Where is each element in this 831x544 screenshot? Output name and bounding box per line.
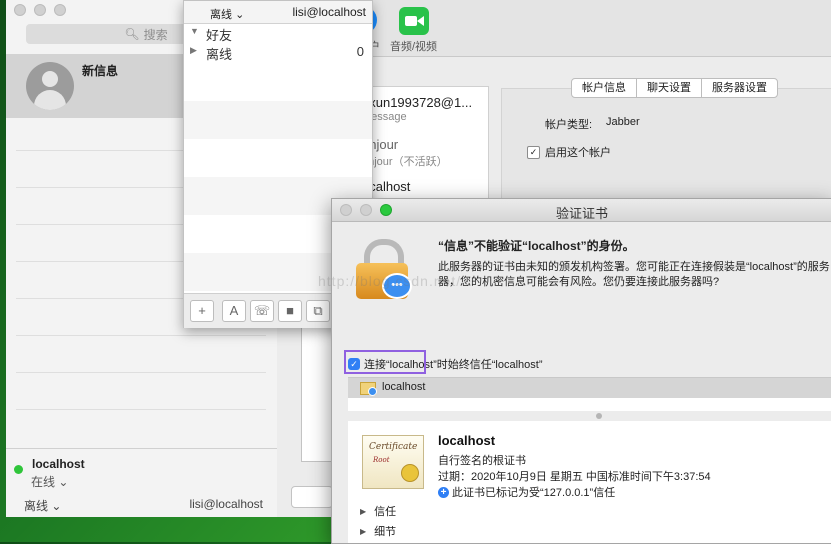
account-tabs: 帐户信息 聊天设置 服务器设置 — [571, 78, 778, 98]
group-friends[interactable]: ▼ 好友 — [184, 25, 372, 43]
status-dropdown[interactable]: 离线 ⌄ — [210, 6, 244, 22]
text-chat-icon[interactable]: A — [222, 300, 246, 322]
certificate-name: localhost — [438, 433, 496, 448]
certificate-type: 自行签名的根证书 — [438, 455, 526, 467]
account-type-value: Jabber — [606, 116, 640, 128]
enable-account-row[interactable]: ✓ 启用这个帐户 — [527, 144, 611, 160]
dialog-title: 验证证书 — [555, 206, 608, 221]
disclosure-closed-icon: ▶ — [360, 506, 367, 516]
tab-chat-settings[interactable]: 聊天设置 — [637, 79, 702, 97]
window-controls — [14, 4, 66, 16]
dialog-titlebar: 验证证书 — [332, 199, 831, 222]
account-status-area: localhost 在线 ⌄ 离线 ⌄ lisi@localhost — [6, 448, 277, 518]
group-offline[interactable]: ▶ 离线 0 — [184, 44, 372, 62]
dialog-heading: “信息”不能验证“localhost”的身份。 — [438, 239, 635, 253]
lock-icon: ••• — [352, 235, 416, 305]
chevron-down-icon: ⌄ — [235, 9, 245, 21]
account-item-name[interactable]: uxun1993728@1... — [362, 95, 472, 110]
account-label: lisi@localhost — [292, 5, 366, 19]
screen-share-icon[interactable]: ⧉ — [306, 300, 330, 322]
plus-icon: + — [438, 486, 449, 498]
status-dropdown[interactable]: 离线 ⌄ — [24, 497, 61, 514]
certificate-expiry: 过期：2020年10月9日 星期五 中国标准时间下午3:37:54 — [438, 471, 711, 483]
certificate-list-item[interactable]: localhost — [348, 378, 831, 398]
conversation-title: 新信息 — [82, 64, 119, 78]
disclosure-closed-icon: ▶ — [360, 526, 367, 536]
highlight-box — [344, 350, 426, 374]
search-placeholder: 搜索 — [143, 27, 168, 42]
watermark: http://blog.csdn.net/ — [318, 273, 462, 289]
certificate-list: localhost — [348, 377, 831, 413]
disclosure-closed-icon[interactable]: ▶ — [190, 45, 197, 56]
account-type-label: 帐户类型: — [545, 119, 593, 131]
chevron-down-icon: ⌄ — [51, 499, 62, 513]
section-details[interactable]: ▶ 细节 — [360, 523, 396, 539]
search-icon: 🔍︎ — [124, 27, 140, 41]
account-item-service: onjour（不活跃） — [362, 156, 448, 168]
dialog-description: 此服务器的证书由未知的颁发机构签署。您可能正在连接假装是“localhost”的… — [438, 261, 830, 288]
minimize-button[interactable] — [34, 4, 46, 16]
certificate-trust-note: + 此证书已标记为受“127.0.0.1”信任 — [438, 484, 615, 500]
disclosure-open-icon[interactable]: ▼ — [190, 26, 199, 36]
enable-account-label: 启用这个帐户 — [545, 147, 611, 159]
avatar — [26, 62, 74, 110]
inner-panel — [301, 326, 333, 462]
enable-account-checkbox[interactable]: ✓ — [527, 145, 540, 159]
tab-server-settings[interactable]: 服务器设置 — [702, 79, 777, 97]
section-trust[interactable]: ▶ 信任 — [360, 503, 396, 519]
phone-icon[interactable]: ☏ — [250, 300, 274, 322]
buddy-list-header: 离线 ⌄ lisi@localhost — [184, 1, 372, 24]
close-button[interactable] — [14, 4, 26, 16]
online-indicator-icon — [14, 465, 23, 474]
account-label: lisi@localhost — [189, 497, 263, 511]
bottom-button[interactable] — [291, 486, 333, 508]
audio-video-tab-label[interactable]: 音频/视频 — [390, 38, 437, 54]
account-host: localhost — [32, 457, 85, 471]
video-camera-icon[interactable] — [399, 7, 429, 35]
account-status-dropdown[interactable]: 在线 ⌄ — [31, 473, 68, 490]
add-buddy-icon[interactable]: + — [190, 300, 214, 322]
verify-certificate-dialog: 验证证书 ••• “信息”不能验证“localhost”的身份。 此服务器的证书… — [331, 198, 831, 544]
zoom-button[interactable] — [54, 4, 66, 16]
video-icon[interactable]: ■ — [278, 300, 302, 322]
certificate-detail: Certificate Root localhost 自行签名的根证书 过期：2… — [348, 421, 831, 543]
certificate-badge-icon: Certificate Root — [362, 435, 424, 489]
chevron-down-icon: ⌄ — [58, 475, 69, 489]
tab-account-info[interactable]: 帐户信息 — [572, 79, 637, 97]
